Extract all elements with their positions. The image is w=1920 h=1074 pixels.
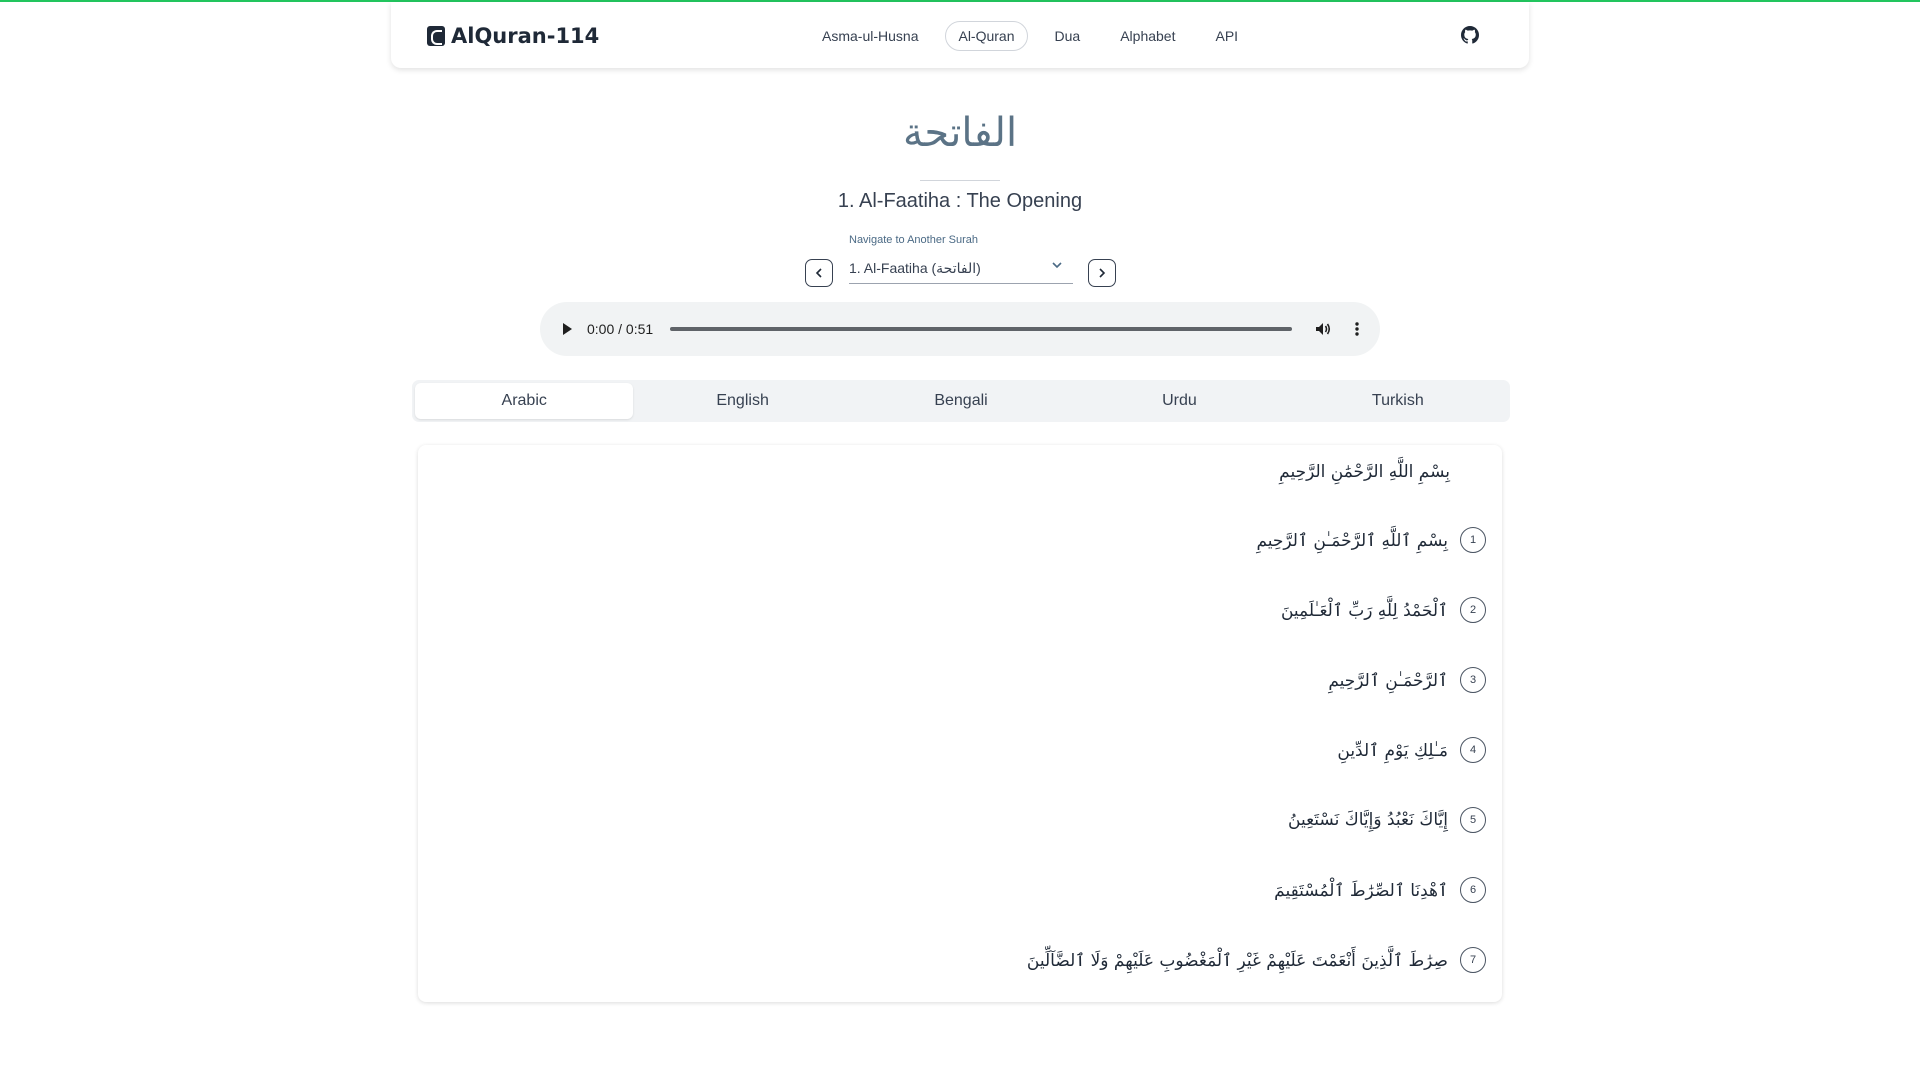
verse-row: ٱلرَّحْمَـٰنِ ٱلرَّحِيمِ 3 xyxy=(1328,665,1486,695)
verse-number: 4 xyxy=(1460,737,1486,763)
verse-text: ٱلْحَمْدُ لِلَّهِ رَبِّ ٱلْعَـٰلَمِينَ xyxy=(1280,600,1448,621)
next-surah-button[interactable] xyxy=(1088,259,1116,287)
verse-number: 1 xyxy=(1460,527,1486,553)
verse-number: 2 xyxy=(1460,597,1486,623)
tab-urdu[interactable]: Urdu xyxy=(1070,383,1288,419)
nav-link-dua[interactable]: Dua xyxy=(1042,21,1094,51)
verse-row: ٱهْدِنَا ٱلصِّرَٰطَ ٱلْمُسْتَقِيمَ 6 xyxy=(1274,875,1486,905)
chevron-left-icon xyxy=(815,268,822,278)
verse-text: مَـٰلِكِ يَوْمِ ٱلدِّينِ xyxy=(1337,740,1448,761)
tab-arabic[interactable]: Arabic xyxy=(415,383,634,419)
verse-number: 7 xyxy=(1460,947,1486,973)
previous-surah-button[interactable] xyxy=(805,259,833,287)
verse-text: ٱلرَّحْمَـٰنِ ٱلرَّحِيمِ xyxy=(1328,670,1448,691)
github-icon[interactable] xyxy=(1461,26,1479,44)
verse-row: ٱلْحَمْدُ لِلَّهِ رَبِّ ٱلْعَـٰلَمِينَ 2 xyxy=(1281,595,1486,625)
audio-progress-bar[interactable] xyxy=(670,327,1292,331)
play-icon[interactable] xyxy=(560,322,574,336)
tab-turkish[interactable]: Turkish xyxy=(1289,383,1507,419)
language-tabs: Arabic English Bengali Urdu Turkish xyxy=(412,380,1510,422)
tab-bengali[interactable]: Bengali xyxy=(852,383,1070,419)
chevron-right-icon xyxy=(1099,268,1106,278)
nav-link-alphabet[interactable]: Alphabet xyxy=(1107,21,1188,51)
surah-navigator: Navigate to Another Surah 1. Al-Faatiha … xyxy=(805,232,1116,287)
surah-arabic-name: الفاتحة xyxy=(902,110,1018,156)
verses-card: بِسْمِ اللَّهِ الرَّحْمَٰنِ الرَّحِيمِ ب… xyxy=(418,445,1502,1002)
volume-icon[interactable] xyxy=(1314,320,1332,338)
navbar: AlQuran-114 Asma-ul-Husna Al-Quran Dua A… xyxy=(391,2,1529,68)
quran-logo-icon xyxy=(427,26,445,46)
verse-number: 6 xyxy=(1460,877,1486,903)
brand-name: AlQuran-114 xyxy=(451,24,600,48)
surah-select-value: 1. Al-Faatiha (الفاتحة) xyxy=(849,260,981,276)
chevron-down-icon xyxy=(1052,262,1062,269)
nav-link-api[interactable]: API xyxy=(1202,21,1251,51)
title-divider xyxy=(920,180,1000,181)
verse-row: إِيَّاكَ نَعْبُدُ وَإِيَّاكَ نَسْتَعِينُ… xyxy=(1288,805,1486,835)
audio-time: 0:00 / 0:51 xyxy=(587,321,654,337)
nav-link-al-quran[interactable]: Al-Quran xyxy=(945,21,1028,51)
surah-select[interactable]: 1. Al-Faatiha (الفاتحة) xyxy=(849,254,1073,284)
navigator-label: Navigate to Another Surah xyxy=(849,234,979,246)
more-options-icon[interactable] xyxy=(1348,320,1366,338)
surah-title: 1. Al-Faatiha : The Opening xyxy=(837,190,1083,212)
verse-text: بِسْمِ ٱللَّهِ ٱلرَّحْمَـٰنِ ٱلرَّحِيمِ xyxy=(1256,530,1448,551)
bismillah: بِسْمِ اللَّهِ الرَّحْمَٰنِ الرَّحِيمِ xyxy=(1279,462,1450,482)
tab-english[interactable]: English xyxy=(633,383,851,419)
audio-player: 0:00 / 0:51 xyxy=(540,302,1380,356)
brand-logo[interactable]: AlQuran-114 xyxy=(427,24,599,48)
verse-row: صِرَٰطَ ٱلَّذِينَ أَنْعَمْتَ عَلَيْهِمْ … xyxy=(1027,945,1486,975)
nav-links: Asma-ul-Husna Al-Quran Dua Alphabet API xyxy=(809,21,1251,51)
verse-text: ٱهْدِنَا ٱلصِّرَٰطَ ٱلْمُسْتَقِيمَ xyxy=(1274,880,1448,901)
verse-text: صِرَٰطَ ٱلَّذِينَ أَنْعَمْتَ عَلَيْهِمْ … xyxy=(1026,950,1448,971)
nav-link-asma-ul-husna[interactable]: Asma-ul-Husna xyxy=(809,21,931,51)
verse-row: بِسْمِ ٱللَّهِ ٱلرَّحْمَـٰنِ ٱلرَّحِيمِ … xyxy=(1256,525,1486,555)
verse-text: إِيَّاكَ نَعْبُدُ وَإِيَّاكَ نَسْتَعِينُ xyxy=(1288,810,1448,830)
verse-number: 3 xyxy=(1460,667,1486,693)
verse-number: 5 xyxy=(1460,807,1486,833)
verse-row: مَـٰلِكِ يَوْمِ ٱلدِّينِ 4 xyxy=(1337,735,1486,765)
